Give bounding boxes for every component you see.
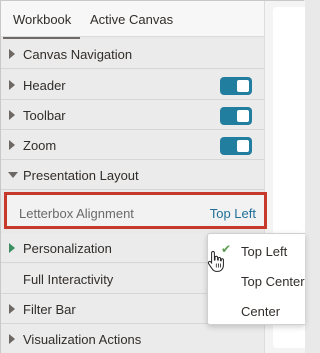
section-zoom[interactable]: Zoom (1, 130, 264, 160)
option-label: Top Center (241, 274, 305, 289)
section-label: Canvas Navigation (23, 47, 133, 62)
header-toggle[interactable] (220, 77, 252, 95)
section-label: Presentation Layout (23, 168, 139, 183)
expand-arrow-icon (9, 80, 15, 90)
section-label: Visualization Actions (23, 332, 142, 347)
zoom-toggle[interactable] (220, 137, 252, 155)
option-center[interactable]: Center (208, 296, 306, 324)
section-label: Header (23, 78, 66, 93)
tab-workbook[interactable]: Workbook (2, 12, 81, 39)
section-label: Personalization (23, 241, 112, 256)
section-label: Toolbar (23, 108, 66, 123)
toggle-knob (237, 110, 249, 122)
section-label: Zoom (23, 138, 57, 153)
properties-tab-bar: Workbook Active Canvas (1, 1, 264, 39)
letterbox-alignment-row[interactable]: Letterbox Alignment Top Left (4, 192, 267, 229)
option-label: Top Left (241, 244, 288, 259)
section-label: Full Interactivity (23, 272, 114, 287)
section-visualization-actions[interactable]: Visualization Actions (1, 324, 264, 353)
option-label: Center (241, 304, 281, 319)
section-toolbar[interactable]: Toolbar (1, 100, 264, 130)
expand-arrow-icon (9, 110, 15, 120)
expand-arrow-icon (9, 49, 15, 59)
expand-arrow-icon (9, 140, 15, 150)
collapse-arrow-icon (8, 172, 18, 178)
letterbox-alignment-value[interactable]: Top Left (210, 206, 256, 221)
section-label: Filter Bar (23, 302, 76, 317)
toggle-knob (237, 140, 249, 152)
tab-active-canvas[interactable]: Active Canvas (90, 12, 173, 27)
section-header[interactable]: Header (1, 70, 264, 100)
expand-arrow-icon (9, 243, 15, 253)
section-presentation-layout[interactable]: Presentation Layout (1, 160, 264, 190)
letterbox-alignment-label: Letterbox Alignment (19, 206, 134, 221)
hand-cursor-icon (207, 250, 224, 272)
expand-arrow-icon (9, 304, 15, 314)
section-canvas-navigation[interactable]: Canvas Navigation (1, 39, 264, 69)
expand-arrow-icon (9, 334, 15, 344)
toolbar-toggle[interactable] (220, 107, 252, 125)
toggle-knob (237, 80, 249, 92)
alignment-dropdown-menu: ✔ Top Left Top Center Center (207, 233, 305, 325)
